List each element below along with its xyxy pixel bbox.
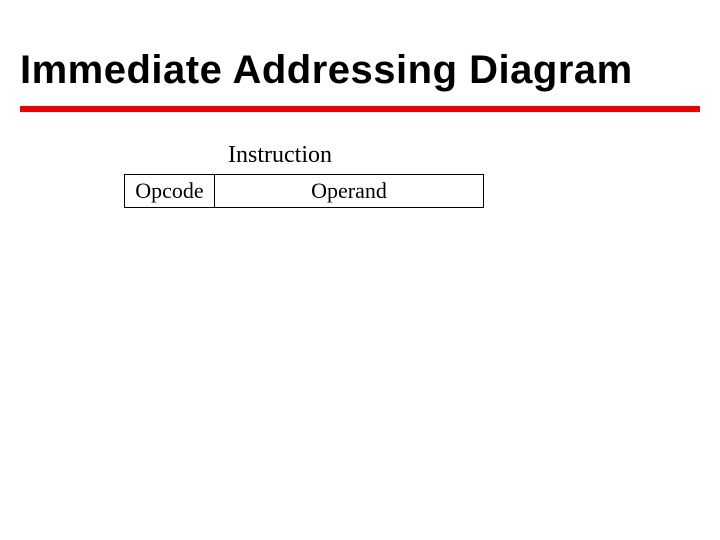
page-title: Immediate Addressing Diagram [20, 48, 633, 93]
instruction-label: Instruction [228, 142, 332, 169]
instruction-box: Opcode Operand [124, 174, 484, 208]
instruction-label-wrapper: Instruction [0, 142, 720, 169]
opcode-cell: Opcode [125, 175, 215, 207]
title-underline [20, 106, 700, 112]
slide: Immediate Addressing Diagram Instruction… [0, 0, 720, 540]
operand-cell: Operand [215, 175, 483, 207]
